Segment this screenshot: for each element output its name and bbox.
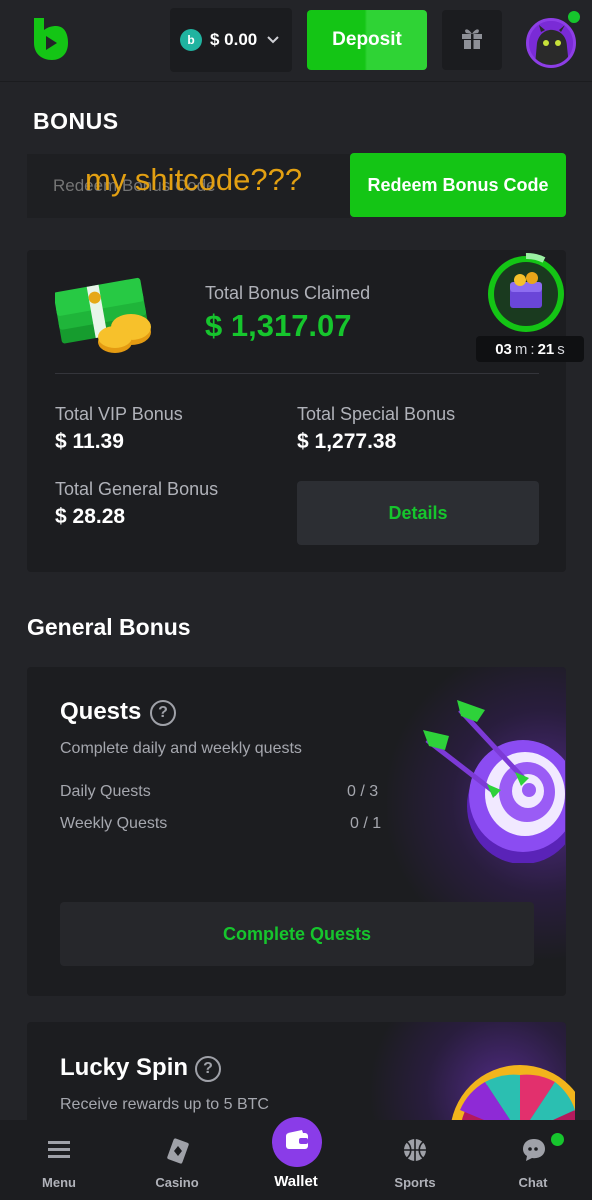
page-title: BONUS bbox=[33, 108, 119, 134]
nav-label-sports: Sports bbox=[394, 1175, 436, 1190]
wallet-button[interactable] bbox=[272, 1117, 322, 1167]
total-bonus-claimed-value: $ 1,317.07 bbox=[205, 308, 352, 343]
chat-icon bbox=[522, 1138, 546, 1167]
avatar-icon bbox=[529, 21, 573, 65]
details-button[interactable]: Details bbox=[297, 481, 539, 545]
basketball-icon bbox=[403, 1138, 427, 1167]
dartboard-target-icon bbox=[415, 698, 579, 864]
general-bonus-heading: General Bonus bbox=[27, 614, 191, 640]
chevron-down-icon bbox=[267, 33, 279, 47]
lucky-spin-title: Lucky Spin bbox=[60, 1054, 189, 1081]
bc-game-logo-icon[interactable] bbox=[30, 16, 70, 62]
timer-minutes-unit: m bbox=[514, 340, 528, 358]
bonus-timer-chest[interactable] bbox=[484, 252, 568, 336]
complete-quests-button[interactable]: Complete Quests bbox=[60, 902, 534, 966]
timer-seconds: 21 bbox=[537, 340, 555, 358]
timer-seconds-unit: s bbox=[557, 340, 565, 358]
quests-help-icon[interactable]: ? bbox=[150, 700, 176, 726]
total-general-bonus-label: Total General Bonus bbox=[55, 479, 219, 499]
cash-stack-icon bbox=[53, 270, 165, 355]
timer-separator: : bbox=[530, 340, 535, 358]
menu-icon bbox=[48, 1138, 70, 1165]
bonus-code-input[interactable] bbox=[27, 154, 350, 218]
weekly-quests-progress: 0 / 1 bbox=[350, 815, 382, 832]
nav-label-wallet: Wallet bbox=[274, 1173, 318, 1190]
casino-icon bbox=[165, 1138, 191, 1171]
gift-icon bbox=[459, 25, 485, 56]
nav-label-casino: Casino bbox=[155, 1175, 199, 1190]
chat-notification-dot bbox=[549, 1131, 566, 1148]
quests-title: Quests bbox=[60, 698, 142, 725]
lucky-spin-subtitle: Receive rewards up to 5 BTC bbox=[60, 1096, 269, 1113]
nav-label-menu: Menu bbox=[42, 1175, 76, 1190]
total-special-bonus-label: Total Special Bonus bbox=[297, 404, 456, 424]
bc-coin-icon: b bbox=[180, 29, 202, 51]
nav-label-chat: Chat bbox=[518, 1175, 548, 1190]
weekly-quests-label: Weekly Quests bbox=[60, 815, 168, 832]
card-divider bbox=[55, 373, 539, 374]
total-special-bonus-value: $ 1,277.38 bbox=[297, 430, 397, 453]
top-header bbox=[0, 0, 592, 82]
quests-subtitle: Complete daily and weekly quests bbox=[60, 740, 302, 757]
balance-amount: $ 0.00 bbox=[210, 30, 258, 49]
lucky-spin-help-icon[interactable]: ? bbox=[195, 1056, 221, 1082]
timer-minutes: 03 bbox=[495, 340, 512, 358]
total-general-bonus-value: $ 28.28 bbox=[55, 505, 126, 528]
total-vip-bonus-label: Total VIP Bonus bbox=[55, 404, 183, 424]
avatar[interactable] bbox=[526, 18, 576, 68]
online-status-dot bbox=[566, 9, 582, 25]
gift-button[interactable] bbox=[442, 10, 502, 70]
total-bonus-claimed-label: Total Bonus Claimed bbox=[205, 283, 371, 303]
daily-quests-progress: 0 / 3 bbox=[347, 783, 379, 800]
countdown-timer: 03 m : 21 s bbox=[476, 336, 584, 362]
deposit-button[interactable]: Deposit bbox=[307, 10, 427, 70]
redeem-bonus-code-button[interactable]: Redeem Bonus Code bbox=[350, 153, 566, 217]
wallet-icon bbox=[285, 1129, 309, 1155]
balance-dropdown[interactable]: b $ 0.00 bbox=[170, 8, 292, 72]
total-vip-bonus-value: $ 11.39 bbox=[55, 430, 124, 453]
daily-quests-label: Daily Quests bbox=[60, 783, 151, 800]
